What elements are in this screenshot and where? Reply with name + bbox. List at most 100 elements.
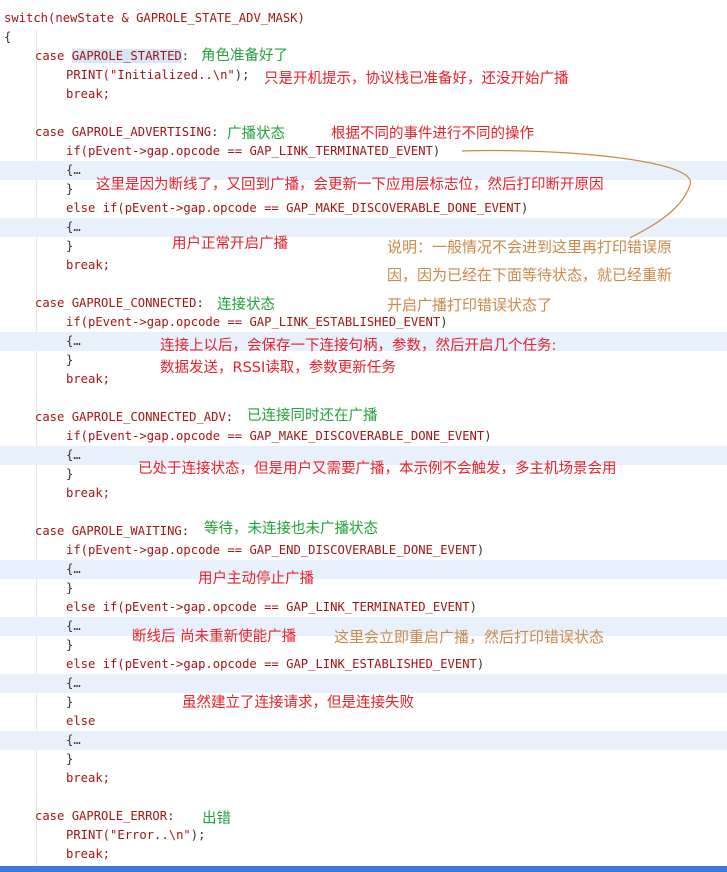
case-keyword: case [35, 410, 65, 424]
note-connected-detail-2: 数据发送，RSSI读取，参数更新任务 [160, 360, 396, 376]
code-line: { [0, 28, 727, 47]
case-keyword: case [35, 524, 65, 538]
break-statement: break; [66, 258, 111, 272]
fold-marker[interactable]: {… [66, 334, 81, 348]
close-brace: } [66, 638, 74, 652]
if-condition: if(pEvent->gap.opcode == [66, 315, 250, 329]
fold-marker[interactable]: {… [66, 676, 81, 690]
close-brace: } [66, 752, 74, 766]
punct: ) [476, 657, 485, 671]
punct: ) [520, 201, 529, 215]
colon: : [211, 125, 219, 139]
note-connected-adv-detail: 已处于连接状态，但是用户又需要广播，本示例不会触发，多主机场景会用 [138, 461, 617, 477]
close-brace: } [66, 182, 74, 196]
code-line: else [0, 712, 727, 731]
event-macro: GAP_LINK_TERMINATED_EVENT [249, 144, 433, 158]
code-line: switch(newState & GAPROLE_STATE_ADV_MASK… [0, 9, 727, 28]
else-if-condition: else if(pEvent->gap.opcode == [66, 657, 287, 671]
event-macro: GAP_MAKE_DISCOVERABLE_DONE_EVENT [286, 201, 521, 215]
close-brace: } [66, 239, 74, 253]
code-line: } [0, 750, 727, 769]
punct: ) [440, 315, 448, 329]
folded-block[interactable]: {… [0, 560, 727, 579]
if-condition: if(pEvent->gap.opcode == [66, 429, 250, 443]
print-call: PRINT( [66, 68, 111, 82]
note-normal-adv: 用户正常开启广播 [172, 236, 288, 252]
case-label: GAPROLE_ERROR [71, 809, 168, 823]
fold-marker[interactable]: {… [66, 163, 81, 177]
note-waiting: 等待，未连接也未广播状态 [204, 521, 378, 537]
open-brace: { [4, 30, 12, 44]
code-line: if(pEvent->gap.opcode == GAP_END_DISCOVE… [0, 541, 727, 560]
code-line: break; [0, 484, 727, 503]
close-brace: } [66, 695, 74, 709]
punct: ); [190, 828, 206, 842]
break-statement: break; [66, 87, 111, 101]
colon: : [181, 49, 190, 63]
punct: ) [469, 600, 477, 614]
close-brace: } [66, 353, 74, 367]
fold-marker[interactable]: {… [66, 448, 81, 462]
note-connected-adv: 已连接同时还在广播 [247, 408, 378, 424]
code-line: } [0, 579, 727, 598]
punct: ); [234, 68, 250, 82]
note-error: 出错 [202, 811, 231, 827]
code-line: if(pEvent->gap.opcode == GAP_MAKE_DISCOV… [0, 427, 727, 446]
note-connected-detail-1: 连接上以后，会保存一下连接句柄，参数，然后开启几个任务: [160, 338, 557, 354]
event-macro: GAP_LINK_TERMINATED_EVENT [286, 600, 470, 614]
fold-marker[interactable]: {… [66, 619, 81, 633]
break-statement: break; [66, 847, 111, 861]
code-line: break; [0, 845, 727, 864]
print-call: PRINT( [66, 828, 111, 842]
note-advertising: 广播状态 [227, 126, 285, 142]
if-condition: if(pEvent->gap.opcode == [66, 144, 250, 158]
fold-marker[interactable]: {… [66, 220, 81, 234]
case-label: GAPROLE_ADVERTISING [71, 125, 212, 139]
if-condition: if(pEvent->gap.opcode == [66, 543, 250, 557]
code-line: else if(pEvent->gap.opcode == GAP_LINK_T… [0, 598, 727, 617]
note-started-detail: 只是开机提示，协议栈已准备好，还没开始广播 [264, 71, 569, 87]
colon: : [196, 296, 204, 310]
string-literal: "Error..\n" [110, 828, 191, 842]
punct: ) [432, 144, 441, 158]
event-macro: GAP_LINK_ESTABLISHED_EVENT [286, 657, 477, 671]
case-label: GAPROLE_STARTED [71, 49, 182, 63]
punct: ) [484, 429, 492, 443]
colon: : [181, 524, 190, 538]
note-conn-failed: 虽然建立了连接请求，但是连接失败 [182, 695, 414, 711]
editor-bottom-bar [0, 866, 727, 872]
code-line: PRINT("Error..\n"); [0, 826, 727, 845]
event-macro: GAP_MAKE_DISCOVERABLE_DONE_EVENT [249, 429, 485, 443]
colon: : [225, 410, 234, 424]
code-line: break; [0, 769, 727, 788]
note-explain-2: 因，因为已经在下面等待状态，就已经重新 [387, 266, 673, 284]
note-user-stop: 用户主动停止广播 [198, 571, 314, 587]
case-label: GAPROLE_CONNECTED [71, 296, 197, 310]
case-label: GAPROLE_CONNECTED_ADV [71, 410, 226, 424]
note-explain-3: 开启广播打印错误状态了 [387, 296, 553, 314]
note-not-reenabled: 断线后 尚未重新使能广播 [132, 629, 297, 645]
case-keyword: case [35, 125, 65, 139]
note-connected: 连接状态 [217, 297, 275, 313]
case-keyword: case [35, 49, 65, 63]
note-events: 根据不同的事件进行不同的操作 [331, 126, 534, 142]
colon: : [167, 809, 175, 823]
folded-block[interactable]: {… [0, 731, 727, 750]
folded-block[interactable]: {… [0, 218, 727, 237]
note-explain-1: 说明：一般情况不会进到这里再打印错误原 [387, 238, 673, 256]
code-line: if(pEvent->gap.opcode == GAP_LINK_TERMIN… [0, 142, 727, 161]
fold-marker[interactable]: {… [66, 562, 81, 576]
break-statement: break; [66, 372, 111, 386]
close-brace: } [66, 467, 74, 481]
note-terminated: 这里是因为断线了，又回到广播，会更新一下应用层标志位，然后打印断开原因 [96, 177, 604, 193]
case-keyword: case [35, 296, 65, 310]
else-keyword: else [66, 714, 96, 728]
event-macro: GAP_LINK_ESTABLISHED_EVENT [249, 315, 441, 329]
event-macro: GAP_END_DISCOVERABLE_DONE_EVENT [249, 543, 477, 557]
code-line: if(pEvent->gap.opcode == GAP_LINK_ESTABL… [0, 313, 727, 332]
note-started: 角色准备好了 [201, 48, 288, 64]
punct: ) [476, 543, 485, 557]
fold-marker[interactable]: {… [66, 733, 81, 747]
code-line: case GAPROLE_CONNECTED: [0, 294, 727, 313]
close-brace: } [66, 581, 74, 595]
